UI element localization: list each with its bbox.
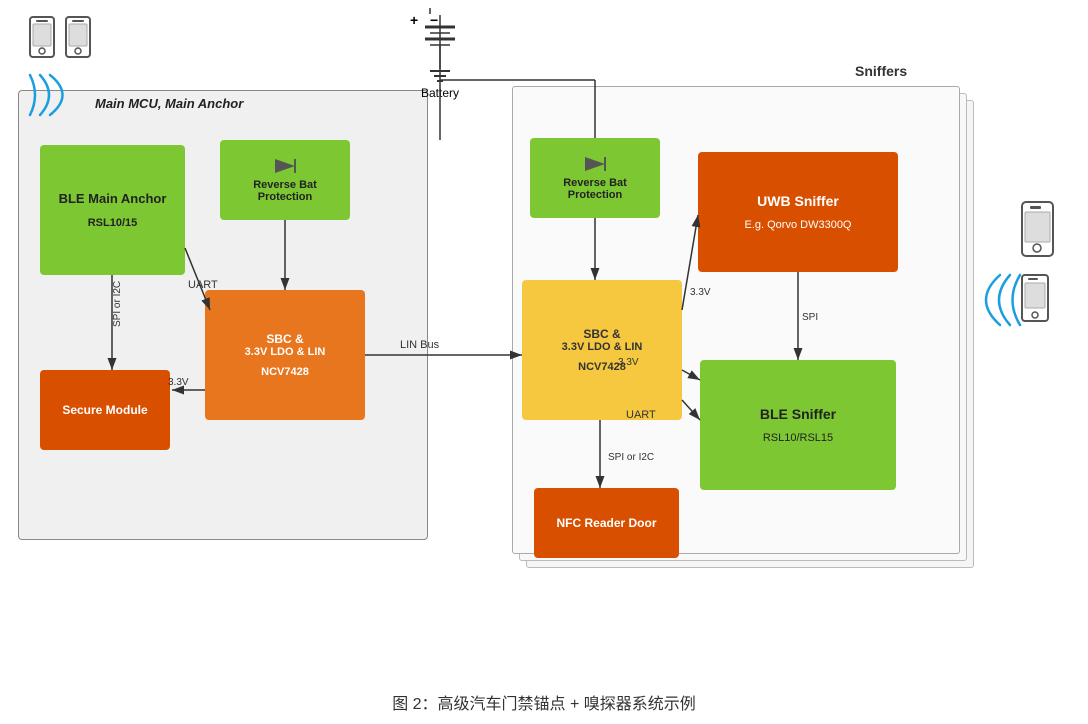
sbc1-line2: 3.3V LDO & LIN [245,346,326,358]
plus-sign: + [410,12,418,28]
sbc-ldo-lin-2-block: SBC & 3.3V LDO & LIN NCV7428 [522,280,682,420]
ble-sniffer-block: BLE Sniffer RSL10/RSL15 [700,360,896,490]
main-mcu-label: Main MCU, Main Anchor [95,96,243,111]
signal-waves-right [960,255,1030,335]
sbc1-line3: NCV7428 [261,366,309,378]
phone-group-left [28,15,92,59]
phone-icon-1 [28,15,56,59]
phone-icon-2 [64,15,92,59]
sbc1-line1: SBC & [266,332,303,346]
reverse-bat-2-block: Reverse Bat Protection [530,138,660,218]
ble-sniffer-subtitle: RSL10/RSL15 [763,432,833,444]
nfc-reader-block: NFC Reader Door [534,488,679,558]
diode-symbol-2 [580,155,610,173]
uwb-sniffer-block: UWB Sniffer E.g. Qorvo DW3300Q [698,152,898,272]
ble-main-anchor-block: BLE Main Anchor RSL10/15 [40,145,185,275]
caption: 图 2：高级汽车门禁锚点 + 嗅探器系统示例 [0,680,1088,724]
sbc2-line3: NCV7428 [578,361,626,373]
battery-label: Battery [420,86,460,100]
sniffers-label: Sniffers [855,63,907,79]
sbc-ldo-lin-1-block: SBC & 3.3V LDO & LIN NCV7428 [205,290,365,420]
uwb-subtitle: E.g. Qorvo DW3300Q [745,219,852,231]
secure-module-block: Secure Module [40,370,170,450]
battery-area: + − Battery [420,14,460,100]
reverse-bat-1-block: Reverse Bat Protection [220,140,350,220]
ble-main-anchor-title: BLE Main Anchor [59,191,167,208]
ble-sniffer-title: BLE Sniffer [760,406,836,422]
minus-sign: − [430,12,438,28]
phone-icon-right-1 [1020,200,1055,258]
sbc2-line2: 3.3V LDO & LIN [562,341,643,353]
signal-waves-left [20,65,100,125]
uwb-title: UWB Sniffer [757,193,839,209]
diagram-container: Main MCU, Main Anchor Sniffers + − [0,0,1088,680]
diode-symbol-1 [270,157,300,175]
battery-symbol [420,19,460,89]
sbc2-line1: SBC & [583,327,620,341]
ble-main-anchor-subtitle: RSL10/15 [88,217,138,229]
